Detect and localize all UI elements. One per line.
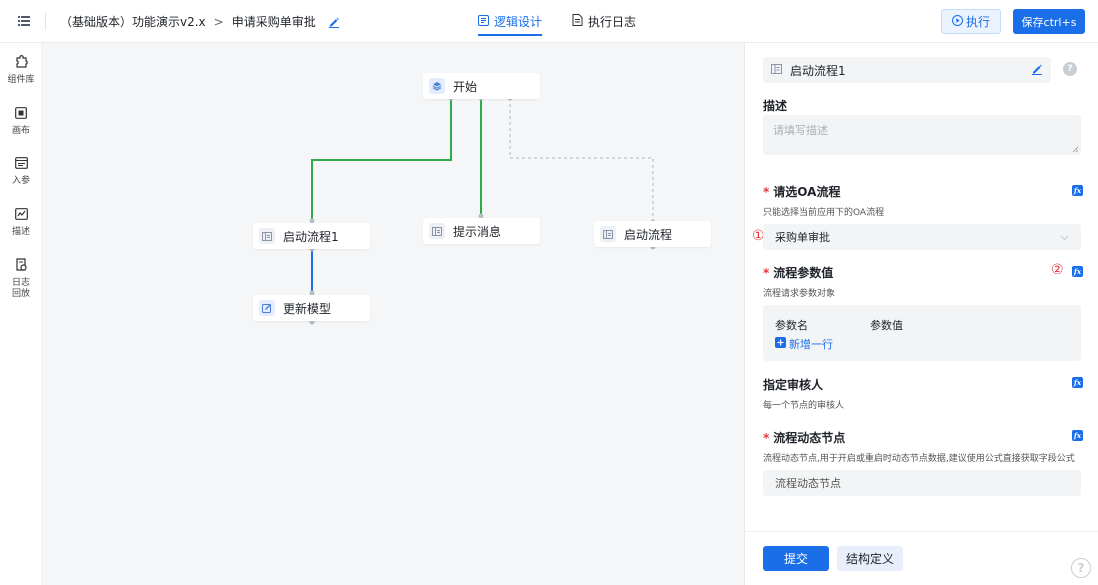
connector-start-to-launch [509, 98, 654, 222]
help-circle-icon[interactable]: ? [1071, 558, 1091, 578]
run-button[interactable]: 执行 [941, 9, 1001, 34]
left-rail: 组件库 画布 入参 描述 日志回放 [0, 43, 42, 585]
flow-node-prompt-message[interactable]: 提示消息 [423, 218, 540, 244]
connector-lines [309, 95, 656, 325]
workflow-icon [600, 226, 616, 242]
oa-flow-label: * 请选OA流程 [763, 185, 841, 199]
formula-fx-icon[interactable]: fx [1072, 185, 1083, 196]
flow-node-launch-process-1[interactable]: 启动流程1 [253, 223, 370, 249]
dynamic-node-label: * 流程动态节点 [763, 431, 846, 445]
divider [45, 12, 46, 30]
formula-fx-icon[interactable]: fx [1072, 266, 1083, 277]
param-name-header: 参数名 [775, 319, 808, 332]
node-title-text: 启动流程1 [790, 63, 846, 78]
breadcrumb-separator: > [213, 14, 224, 29]
required-mark: * [763, 431, 770, 445]
edit-icon[interactable] [1031, 63, 1043, 78]
workflow-icon [771, 63, 782, 77]
required-mark: * [763, 266, 770, 280]
input-params-icon [14, 157, 28, 173]
canvas-icon [15, 107, 27, 123]
properties-panel: 启动流程1 ? 描述 请填写描述 * 请选OA流程 fx 只能选择当前应用下的OA… [744, 43, 1098, 585]
update-model-icon [259, 300, 275, 316]
description-textarea[interactable]: 请填写描述 [763, 115, 1081, 155]
tab-execution-log[interactable]: 执行日志 [572, 0, 636, 43]
edit-title-icon[interactable] [328, 16, 340, 28]
logic-design-icon [478, 14, 489, 29]
tab-bar: 逻辑设计 执行日志 [478, 0, 636, 43]
plus-icon [775, 337, 786, 351]
flow-node-update-model[interactable]: 更新模型 [253, 295, 370, 321]
add-row-button[interactable]: 新增一行 [775, 336, 833, 352]
oa-flow-hint: 只能选择当前应用下的OA流程 [763, 208, 885, 218]
breadcrumb-page: 申请采购单审批 [231, 15, 316, 29]
rail-item-input-params[interactable]: 入参 [0, 157, 42, 187]
description-placeholder: 请填写描述 [773, 124, 828, 137]
rail-item-component-library[interactable]: 组件库 [0, 55, 42, 86]
required-mark: * [763, 185, 770, 199]
submit-button[interactable]: 提交 [763, 546, 829, 571]
flow-canvas[interactable]: 开始 启动流程1 提示消息 启动流程 更新模型 [42, 43, 744, 585]
puzzle-icon [15, 55, 28, 72]
annotation-marker-2: ② [1051, 262, 1064, 278]
rail-item-description[interactable]: 描述 [0, 208, 42, 238]
params-table: 参数名 参数值 新增一行 [763, 305, 1081, 361]
params-hint: 流程请求参数对象 [763, 289, 836, 299]
dynamic-node-input[interactable]: 流程动态节点 [763, 470, 1081, 496]
play-icon [951, 14, 963, 29]
description-label: 描述 [763, 99, 788, 113]
approver-hint: 每一个节点的审核人 [763, 401, 845, 411]
rail-item-canvas[interactable]: 画布 [0, 107, 42, 137]
dynamic-node-placeholder: 流程动态节点 [775, 477, 841, 490]
flow-node-start[interactable]: 开始 [423, 73, 540, 99]
log-replay-icon [15, 258, 27, 275]
breadcrumb-app[interactable]: （基础版本）功能演示v2.x [60, 13, 206, 30]
dynamic-node-hint: 流程动态节点,用于开启或重启时动态节点数据,建议使用公式直接获取字段公式 [763, 454, 1075, 464]
flow-node-launch-process[interactable]: 启动流程 [594, 221, 711, 247]
breadcrumb: （基础版本）功能演示v2.x > 申请采购单审批 [60, 13, 340, 30]
formula-fx-icon[interactable]: fx [1072, 430, 1083, 441]
connector-start-to-launch1 [311, 98, 452, 220]
message-icon [429, 223, 445, 239]
tab-label: 逻辑设计 [494, 15, 543, 29]
approver-label: 指定审核人 [763, 378, 824, 392]
description-icon [14, 208, 28, 224]
top-bar: （基础版本）功能演示v2.x > 申请采购单审批 逻辑设计 执行日志 执行 保存… [0, 0, 1098, 43]
formula-fx-icon[interactable]: fx [1072, 377, 1083, 388]
node-title-field[interactable]: 启动流程1 [763, 57, 1051, 83]
params-label: * 流程参数值 [763, 266, 834, 280]
start-layers-icon [429, 78, 445, 94]
footer-divider [745, 531, 1098, 532]
rail-item-log-replay[interactable]: 日志回放 [0, 258, 42, 300]
param-value-header: 参数值 [870, 319, 903, 332]
tab-logic-design[interactable]: 逻辑设计 [478, 0, 543, 43]
oa-flow-selected-value: 采购单审批 [775, 231, 830, 244]
tab-label: 执行日志 [588, 15, 637, 29]
structure-definition-button[interactable]: 结构定义 [837, 546, 903, 571]
menu-icon[interactable] [11, 10, 37, 32]
oa-flow-select[interactable]: 采购单审批 [763, 224, 1081, 250]
help-icon[interactable]: ? [1063, 62, 1077, 76]
chevron-down-icon [1060, 231, 1069, 244]
workflow-icon [259, 228, 275, 244]
execution-log-icon [572, 14, 583, 29]
save-button[interactable]: 保存ctrl+s [1013, 9, 1085, 34]
resize-handle-icon[interactable] [1072, 146, 1078, 152]
